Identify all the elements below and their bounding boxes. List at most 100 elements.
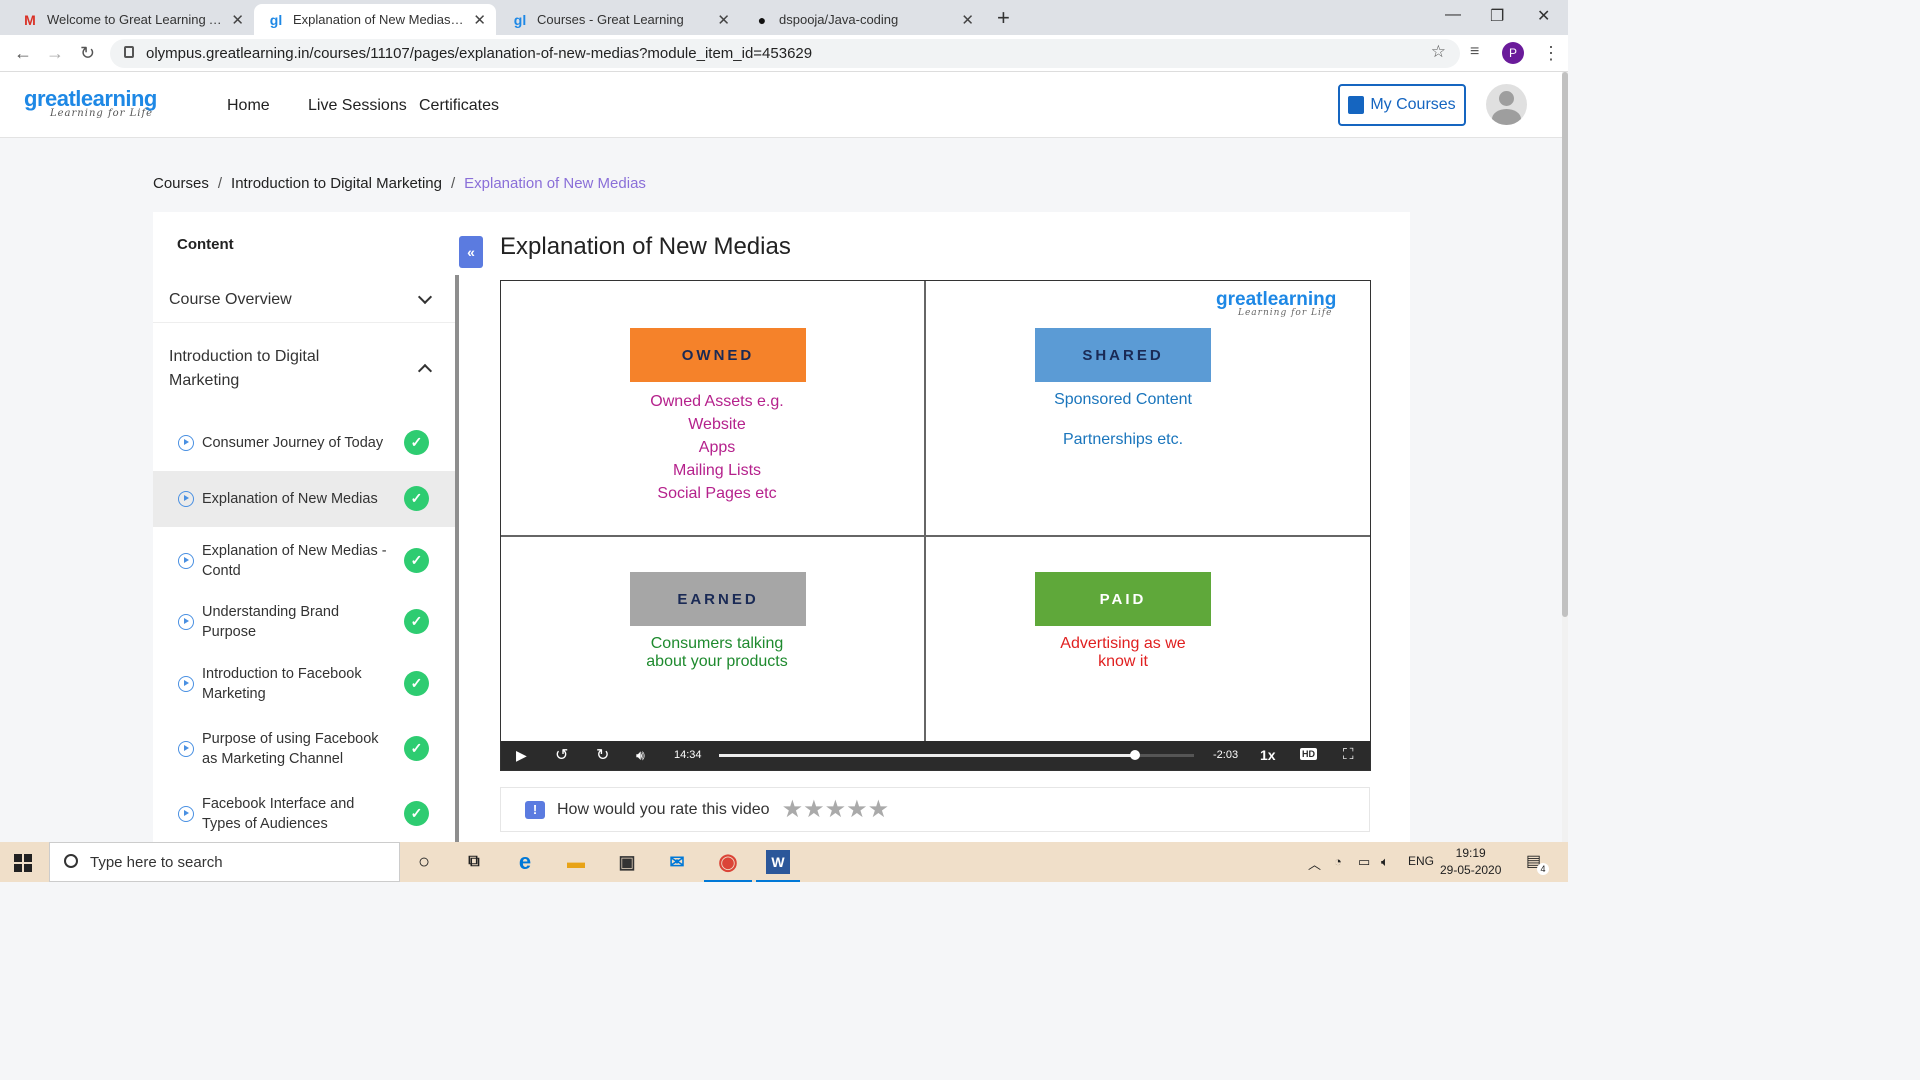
rating-prompt: How would you rate this video (557, 800, 770, 818)
star-1-icon[interactable]: ★ (782, 796, 804, 823)
video-progress-bar[interactable] (719, 750, 1194, 760)
clock-date: 29-05-2020 (1440, 863, 1502, 877)
language-indicator[interactable]: ENG (1408, 854, 1434, 868)
playback-speed[interactable]: 1x (1260, 747, 1276, 763)
task-view-icon[interactable]: ⧉ (462, 850, 486, 874)
lesson-item[interactable]: Explanation of New Medias - Contd ✓ (153, 530, 455, 592)
check-icon: ✓ (404, 801, 429, 826)
new-tab-icon[interactable]: + (997, 5, 1010, 31)
browser-tab-gmail[interactable]: M Welcome to Great Learning Acad ✕ (8, 4, 254, 35)
section-course-overview[interactable]: Course Overview (169, 288, 419, 312)
taskbar-search-box[interactable]: Type here to search (49, 842, 400, 882)
chevron-up-icon[interactable] (417, 363, 433, 379)
close-tab-icon[interactable]: ✕ (717, 11, 730, 29)
shared-line: Sponsored Content (1054, 391, 1192, 408)
volume-icon[interactable]: 🔊︎ (636, 747, 645, 764)
rewind-icon[interactable]: ↺ (555, 745, 568, 765)
lesson-item[interactable]: Consumer Journey of Today ✓ (153, 415, 455, 471)
nav-certificates[interactable]: Certificates (419, 97, 499, 115)
edge-icon[interactable]: e (513, 849, 537, 874)
nav-home[interactable]: Home (227, 97, 270, 115)
hd-button[interactable]: HD (1300, 748, 1317, 760)
my-courses-button[interactable]: My Courses (1338, 84, 1466, 126)
lesson-item-selected[interactable]: Explanation of New Medias ✓ (153, 471, 455, 527)
browser-profile-avatar[interactable]: P (1502, 42, 1524, 64)
windows-start-icon[interactable] (14, 854, 32, 872)
file-explorer-icon[interactable]: ▬ (564, 850, 588, 874)
play-icon[interactable]: ▶ (516, 747, 527, 764)
play-circle-icon (178, 741, 194, 757)
url-field[interactable]: olympus.greatlearning.in/courses/11107/p… (110, 39, 1460, 68)
breadcrumb-courses[interactable]: Courses (153, 175, 209, 192)
restore-icon[interactable]: ❐ (1490, 6, 1504, 26)
section-intro-digital-marketing[interactable]: Introduction to Digital Marketing (169, 345, 369, 393)
window-close-icon[interactable]: ✕ (1537, 6, 1550, 26)
network-icon[interactable]: ◔ (1334, 854, 1342, 869)
star-3-icon[interactable]: ★ (825, 796, 847, 823)
forward-icon[interactable]: → (46, 43, 64, 64)
show-hidden-icons-icon[interactable]: ︿ (1308, 854, 1321, 873)
breadcrumb-course[interactable]: Introduction to Digital Marketing (231, 175, 442, 192)
check-icon: ✓ (404, 430, 429, 455)
mail-icon[interactable]: ✉ (665, 850, 689, 874)
nav-live-sessions[interactable]: Live Sessions (308, 97, 407, 115)
windows-taskbar: Type here to search ○ ⧉ e ▬ ▣ ✉ ◉ W ︿ ◔ … (0, 842, 1568, 882)
browser-tab-github[interactable]: ● dspooja/Java-coding ✕ (740, 4, 984, 35)
store-icon[interactable]: ▣ (615, 850, 639, 874)
speaker-icon[interactable]: 🔈︎ (1381, 854, 1389, 870)
page-scrollbar-thumb[interactable] (1562, 72, 1568, 617)
video-progress-fill (719, 754, 1135, 757)
content-sidebar: Content Course Overview Introduction to … (153, 212, 460, 842)
taskbar-clock[interactable]: 19:19 29-05-2020 (1440, 845, 1501, 879)
time-remaining: -2:03 (1213, 749, 1239, 761)
star-2-icon[interactable]: ★ (803, 796, 825, 823)
close-tab-icon[interactable]: ✕ (231, 11, 244, 29)
tab-title: dspooja/Java-coding (779, 12, 899, 27)
active-app-indicator (756, 880, 800, 882)
owned-line: Website (688, 416, 746, 433)
star-4-icon[interactable]: ★ (846, 796, 868, 823)
battery-icon[interactable]: ▭ (1358, 854, 1370, 870)
lesson-item[interactable]: Understanding Brand Purpose ✓ (153, 594, 455, 650)
cortana-icon[interactable]: ○ (412, 850, 436, 874)
user-avatar[interactable] (1486, 84, 1527, 125)
earned-line: about your products (646, 653, 788, 670)
sidebar-scrollbar[interactable] (455, 275, 459, 842)
word-icon[interactable]: W (766, 850, 790, 874)
chrome-icon[interactable]: ◉ (716, 849, 740, 874)
forward-icon[interactable]: ↻ (596, 745, 609, 765)
lesson-item[interactable]: Facebook Interface and Types of Audience… (153, 783, 455, 842)
check-icon: ✓ (404, 486, 429, 511)
browser-menu-icon[interactable]: ⋮ (1542, 43, 1560, 64)
logo-tagline: Learning for Life (50, 108, 154, 119)
fullscreen-icon[interactable]: ⛶ (1343, 746, 1354, 763)
back-icon[interactable]: ← (14, 43, 32, 64)
greatlearning-logo[interactable]: greatlearning Learning for Life (24, 86, 157, 119)
lesson-title: Purpose of using Facebook as Marketing C… (202, 731, 379, 767)
earned-label-box: EARNED (630, 572, 806, 626)
minimize-icon[interactable]: — (1445, 6, 1461, 24)
close-tab-icon[interactable]: ✕ (473, 11, 486, 29)
browser-tab-active[interactable]: gl Explanation of New Medias: Intro ✕ (254, 4, 496, 35)
quadrant-divider-vertical (924, 281, 926, 770)
lesson-item[interactable]: Introduction to Facebook Marketing ✓ (153, 653, 455, 715)
check-icon: ✓ (404, 609, 429, 634)
tab-title: Explanation of New Medias: Intro (293, 12, 466, 27)
address-bar-row: ← → ↻ olympus.greatlearning.in/courses/1… (0, 35, 1568, 72)
lesson-title: Explanation of New Medias (202, 491, 378, 507)
bookmark-star-icon[interactable]: ☆ (1431, 42, 1446, 62)
lesson-item[interactable]: Purpose of using Facebook as Marketing C… (153, 718, 455, 780)
page-scrollbar[interactable] (1562, 72, 1568, 842)
browser-tab-courses[interactable]: gl Courses - Great Learning ✕ (498, 4, 740, 35)
media-control-icon[interactable]: ≡ (1470, 43, 1479, 61)
chevron-down-icon[interactable] (417, 289, 433, 305)
video-player[interactable]: greatlearning Learning for Life OWNED Ow… (500, 280, 1371, 771)
greatlearning-icon: gl (269, 11, 283, 28)
check-icon: ✓ (404, 671, 429, 696)
breadcrumb-current: Explanation of New Medias (464, 175, 646, 192)
video-progress-knob[interactable] (1129, 750, 1140, 760)
reload-icon[interactable]: ↻ (80, 43, 95, 64)
star-5-icon[interactable]: ★ (868, 796, 890, 823)
collapse-sidebar-button[interactable]: « (459, 236, 483, 268)
close-tab-icon[interactable]: ✕ (961, 11, 974, 29)
